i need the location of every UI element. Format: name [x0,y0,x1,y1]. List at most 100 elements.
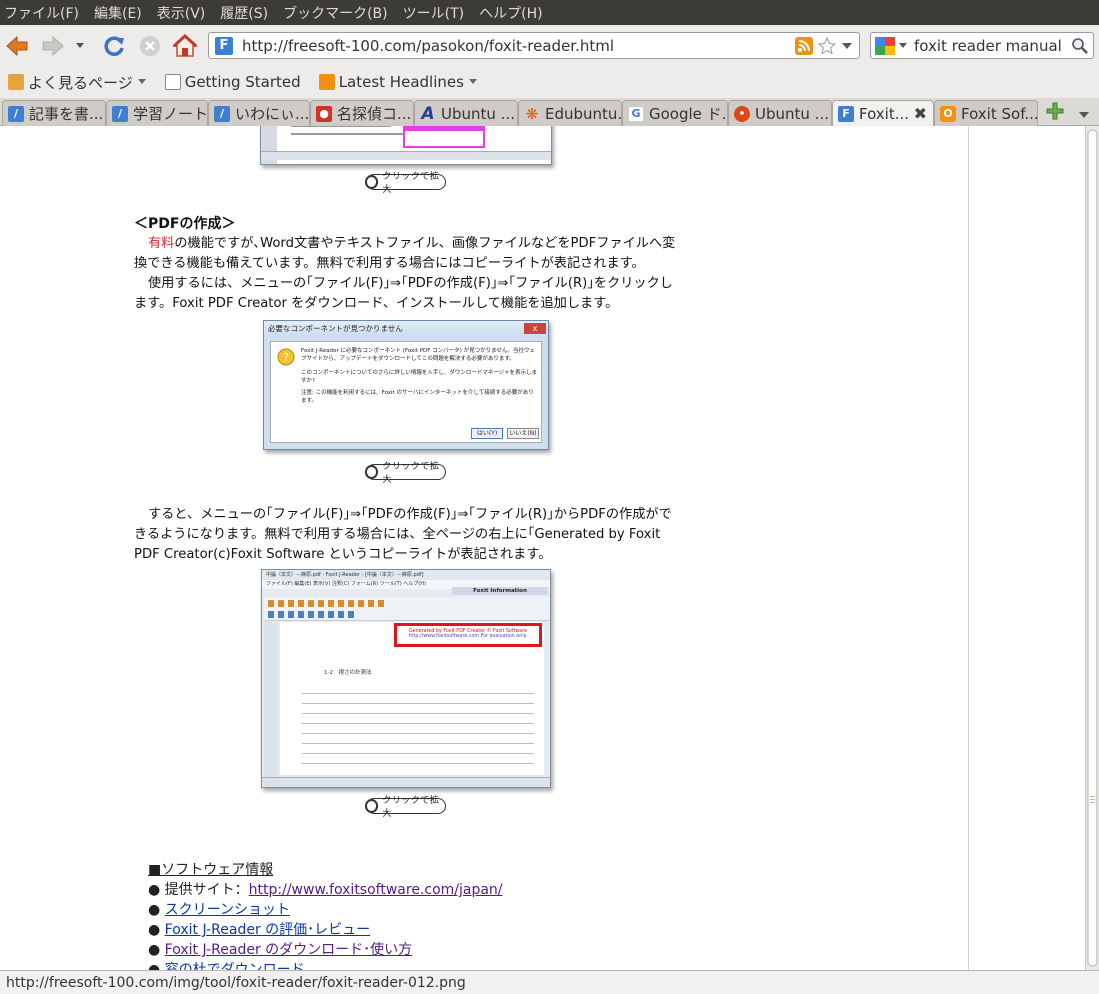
tab-8[interactable]: • Ubuntu ... [728,100,832,126]
stop-button[interactable] [137,33,163,59]
article-body-2: すると、メニューの｢ファイル(F)｣⇒｢PDFの作成(F)｣⇒｢ファイル(R)｣… [134,505,679,565]
address-bar[interactable]: F http://freesoft-100.com/pasokon/foxit-… [208,32,860,59]
tab-label: Ubuntu ... [755,104,829,123]
tab-label: Foxit... [859,104,910,123]
list-item: ● 窓の杜でダウンロード [148,960,503,970]
paragraph-3: すると、メニューの｢ファイル(F)｣⇒｢PDFの作成(F)｣⇒｢ファイル(R)｣… [134,507,672,562]
screenshot-toolbar-icons [268,600,388,607]
foxit-screenshot-partial[interactable] [260,126,552,165]
history-dropdown[interactable] [72,33,88,59]
screenshot-toolbar [264,597,550,621]
screenshot-generated-url: http://www.foxitsoftware.com For evaluat… [408,634,528,639]
menu-view[interactable]: 表示(V) [157,3,206,23]
tab-2[interactable]: / 学習ノート [106,100,208,126]
svg-text:?: ? [283,351,289,364]
tab-1[interactable]: / 記事を書... [2,100,106,126]
search-input[interactable]: foxit reader manual [914,37,1071,55]
menu-file[interactable]: ファイル(F) [4,3,79,23]
software-info-header: ■ソフトウェア情報 [148,860,503,880]
tab-3[interactable]: / いわにぃ... [208,100,310,126]
home-icon [172,34,198,57]
dialog-message-1: Foxit J-Reader に必要なコンポーネント (Foxit PDF コン… [301,348,535,362]
zoom-badge[interactable]: クリックで拡大 [365,462,446,485]
review-link[interactable]: Foxit J-Reader の評価･レビュー [165,922,370,938]
chevron-down-icon[interactable] [841,41,853,51]
search-icon[interactable] [1071,37,1089,55]
screenshot-link[interactable]: スクリーンショット [165,902,290,918]
tab-active-foxit[interactable]: F Foxit... ✖ [832,100,934,126]
tab-favicon: / [8,105,24,122]
list-all-tabs-button[interactable] [1078,108,1090,123]
navigation-toolbar: F http://freesoft-100.com/pasokon/foxit-… [0,25,1099,66]
dialog-yes-button: はい(Y) [471,428,503,439]
site-link[interactable]: http://www.foxitsoftware.com/japan/ [249,882,503,898]
menu-tools[interactable]: ツール(T) [403,3,464,23]
missing-component-dialog-screenshot[interactable]: 必要なコンポーネントが見つかりません x ? Foxit J-Reader に必… [263,320,549,450]
zoom-badge-label: クリックで拡大 [382,462,440,485]
page-viewport: クリックで拡大 ＜PDFの作成＞ 有料の機能ですが､Word文書やテキストファイ… [0,126,1085,970]
madonomori-download-link[interactable]: 窓の杜でダウンロード [165,962,305,970]
page-icon [164,74,181,90]
tab-4[interactable]: ● 名探偵コ... [310,100,414,126]
paid-label: 有料 [148,236,175,251]
search-bar[interactable]: foxit reader manual [870,32,1094,59]
tab-10[interactable]: O Foxit Sof... [934,100,1038,126]
back-button[interactable] [4,33,30,59]
status-text: http://freesoft-100.com/img/tool/foxit-r… [6,974,466,991]
tab-favicon: • [734,105,750,122]
article-body: ＜PDFの作成＞ 有料の機能ですが､Word文書やテキストファイル、画像ファイル… [134,214,679,314]
tab-7[interactable]: G Google ド... [622,100,728,126]
download-usage-link[interactable]: Foxit J-Reader のダウンロード･使い方 [165,942,412,958]
screenshot-toolbar-icons [268,611,358,618]
menu-bar: ファイル(F) 編集(E) 表示(V) 履歴(S) ブックマーク(B) ツール(… [0,0,1099,25]
bookmark-latest-headlines[interactable]: Latest Headlines [318,73,478,91]
chevron-down-icon[interactable] [898,42,908,50]
list-item: ● スクリーンショット [148,900,503,920]
bullet: ● [148,922,161,938]
close-icon: x [524,323,546,334]
rss-feed-icon[interactable] [795,36,813,55]
stop-icon [140,36,160,56]
bookmark-label: よく見るページ [28,73,133,92]
home-button[interactable] [172,33,198,59]
close-tab-icon[interactable]: ✖ [914,104,927,123]
bullet: ● [148,942,161,958]
menu-history[interactable]: 履歴(S) [220,3,268,23]
bookmark-most-visited[interactable]: よく見るページ [8,72,147,93]
screenshot-popup-header [405,126,483,131]
chevron-down-icon [76,43,84,48]
software-info-site: ● 提供サイト：http://www.foxitsoftware.com/jap… [148,880,503,900]
chevron-down-icon [1079,112,1089,118]
zoom-badge[interactable]: クリックで拡大 [365,796,446,819]
bookmark-label: Getting Started [184,73,301,91]
tab-label: Ubuntu ... [441,104,515,123]
new-tab-button[interactable] [1046,102,1064,124]
foxit-reader-screenshot[interactable]: 中論（本文）－麻原.pdf - Foxit J-Reader - [中論（本文）… [261,569,551,788]
menu-edit[interactable]: 編集(E) [94,3,142,23]
tab-favicon: O [940,105,956,122]
forward-button[interactable] [40,33,66,59]
tab-6[interactable]: ❋ Edubuntu... [518,100,622,126]
menu-bookmarks[interactable]: ブックマーク(B) [283,3,388,23]
back-arrow-icon [6,35,28,57]
bookmark-getting-started[interactable]: Getting Started [164,73,301,91]
screenshot-info-panel: Foxit Information [452,587,548,595]
url-text[interactable]: http://freesoft-100.com/pasokon/foxit-re… [242,37,795,55]
menu-help[interactable]: ヘルプ(H) [479,3,542,23]
tab-label: Edubuntu... [545,104,622,123]
folder-icon [8,74,24,90]
zoom-badge[interactable]: クリックで拡大 [365,172,446,195]
bookmark-label: Latest Headlines [338,73,464,91]
chevron-down-icon [468,79,477,84]
google-engine-icon[interactable] [875,36,895,55]
bullet: ● [148,902,161,918]
vertical-scrollbar[interactable] [1085,126,1099,970]
dialog-message-3: 注意: この機能を利用するには、Foxit のサーバにインターネットを介して接続… [301,390,534,404]
zoom-badge-label: クリックで拡大 [382,172,440,195]
scrollbar-track [1087,129,1098,967]
tab-5[interactable]: A Ubuntu ... [414,100,518,126]
site-favicon: F [215,36,233,55]
reload-button[interactable] [101,33,127,59]
bookmark-star-icon[interactable] [817,36,837,56]
tab-label: いわにぃ... [235,105,310,123]
